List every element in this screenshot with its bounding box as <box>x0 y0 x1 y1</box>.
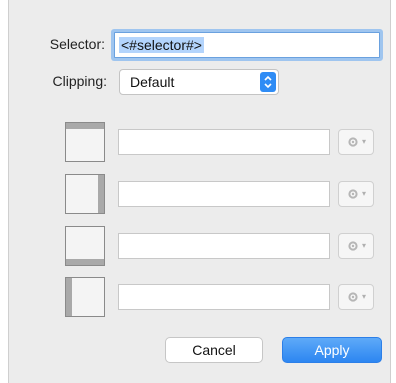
bottom-edge-icon <box>65 226 105 266</box>
left-edge-action-button[interactable]: ▾ <box>338 284 374 310</box>
chevron-down-icon: ▾ <box>362 189 367 198</box>
cancel-button[interactable]: Cancel <box>165 337 263 363</box>
gear-icon <box>348 292 358 302</box>
bottom-edge-field[interactable] <box>118 233 330 259</box>
gear-icon <box>348 189 358 199</box>
up-down-chevron-icon <box>260 72 276 92</box>
left-edge-field[interactable] <box>118 284 330 310</box>
clipping-value: Default <box>130 74 175 90</box>
top-edge-action-button[interactable]: ▾ <box>338 129 374 155</box>
right-edge-icon <box>65 174 105 214</box>
right-edge-field[interactable] <box>118 181 330 207</box>
top-edge-icon <box>65 122 105 162</box>
apply-button[interactable]: Apply <box>282 337 382 363</box>
selector-label: Selector: <box>49 36 105 52</box>
chevron-down-icon: ▾ <box>362 137 367 146</box>
selector-value: <#selector#> <box>119 37 204 53</box>
top-edge-field[interactable] <box>118 129 330 155</box>
right-edge-action-button[interactable]: ▾ <box>338 181 374 207</box>
clipping-popup[interactable]: Default <box>119 69 279 95</box>
gear-icon <box>348 137 358 147</box>
chevron-down-icon: ▾ <box>362 241 367 250</box>
gear-icon <box>348 241 358 251</box>
chevron-down-icon: ▾ <box>362 292 367 301</box>
left-edge-icon <box>65 277 105 317</box>
selector-field[interactable]: <#selector#> <box>114 32 380 58</box>
bottom-edge-action-button[interactable]: ▾ <box>338 233 374 259</box>
clipping-label: Clipping: <box>52 73 107 89</box>
css-selector-sheet: Selector: <#selector#> Clipping: Default… <box>8 0 391 383</box>
